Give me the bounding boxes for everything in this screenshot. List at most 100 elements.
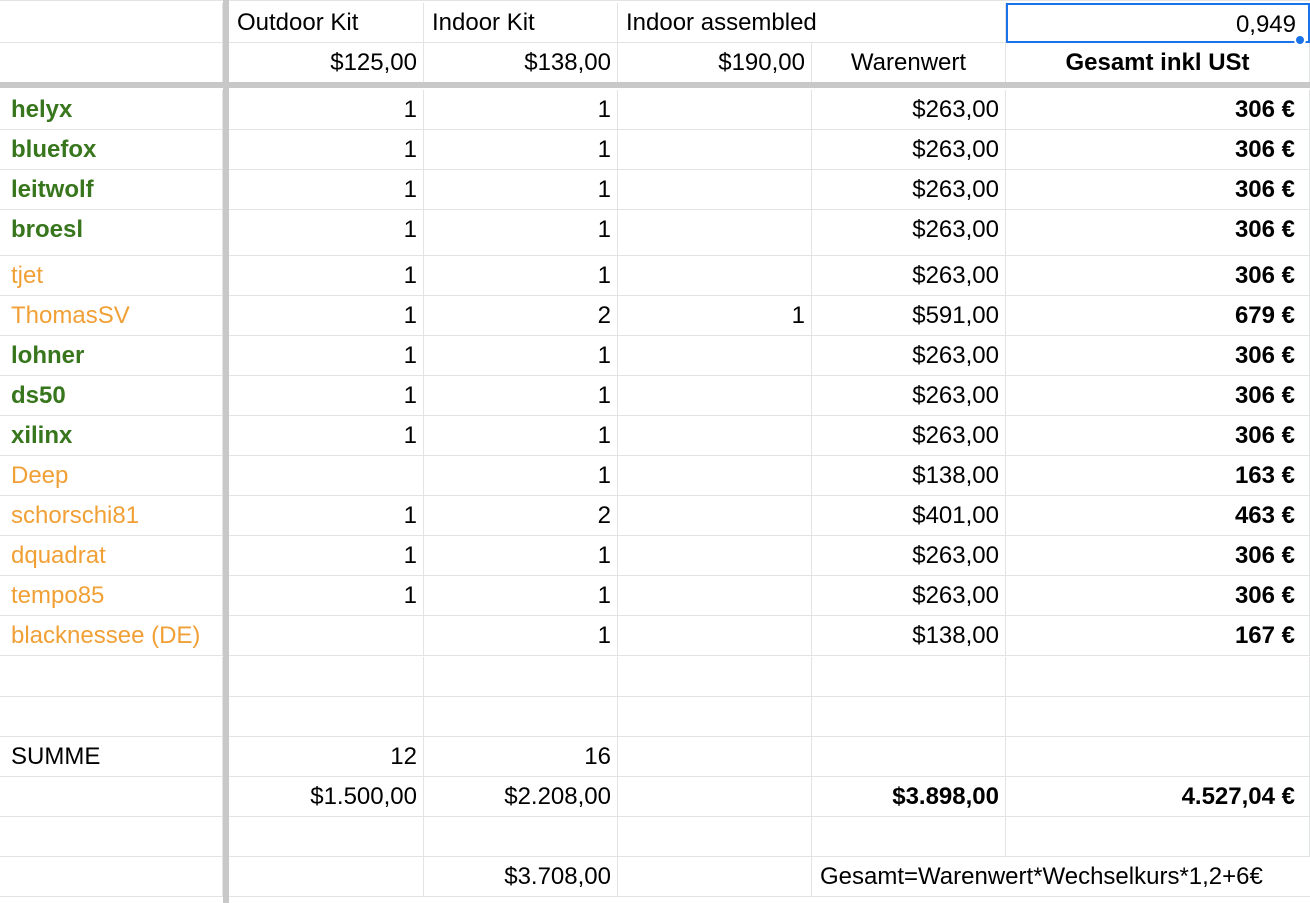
gesamt-value[interactable]: 463 € xyxy=(1006,496,1310,536)
indoor-kit-qty[interactable]: 1 xyxy=(424,210,618,256)
empty-cell[interactable] xyxy=(424,817,618,857)
empty-cell[interactable] xyxy=(0,817,223,857)
gesamt-value[interactable]: 306 € xyxy=(1006,416,1310,456)
warenwert-value[interactable]: $263,00 xyxy=(812,130,1006,170)
participant-name[interactable]: dquadrat xyxy=(0,536,223,576)
empty-cell[interactable] xyxy=(1006,737,1310,777)
header-indoor-assembled[interactable]: Indoor assembled xyxy=(618,3,1006,43)
gesamt-value[interactable]: 306 € xyxy=(1006,336,1310,376)
warenwert-value[interactable]: $263,00 xyxy=(812,210,1006,256)
summe-label[interactable]: SUMME xyxy=(0,737,223,777)
empty-cell[interactable] xyxy=(812,697,1006,737)
indoor-kit-qty[interactable]: 2 xyxy=(424,296,618,336)
indoor-assembled-qty[interactable] xyxy=(618,536,812,576)
warenwert-value[interactable]: $138,00 xyxy=(812,456,1006,496)
warenwert-value[interactable]: $263,00 xyxy=(812,90,1006,130)
outdoor-kit-qty[interactable]: 1 xyxy=(229,496,424,536)
header-indoor-kit[interactable]: Indoor Kit xyxy=(424,3,618,43)
price-indoor-kit[interactable]: $138,00 xyxy=(424,43,618,83)
indoor-kit-qty[interactable]: 1 xyxy=(424,256,618,296)
summe-indoor-count[interactable]: 16 xyxy=(424,737,618,777)
indoor-assembled-qty[interactable] xyxy=(618,336,812,376)
outdoor-kit-qty[interactable] xyxy=(229,616,424,656)
warenwert-value[interactable]: $263,00 xyxy=(812,576,1006,616)
outdoor-kit-qty[interactable]: 1 xyxy=(229,130,424,170)
gesamt-value[interactable]: 163 € xyxy=(1006,456,1310,496)
indoor-assembled-qty[interactable] xyxy=(618,210,812,256)
outdoor-kit-qty[interactable]: 1 xyxy=(229,336,424,376)
participant-name[interactable]: lohner xyxy=(0,336,223,376)
header-warenwert[interactable]: Warenwert xyxy=(812,43,1006,83)
empty-cell[interactable] xyxy=(812,737,1006,777)
empty-cell[interactable] xyxy=(229,817,424,857)
empty-cell[interactable] xyxy=(424,657,618,697)
outdoor-kit-qty[interactable] xyxy=(229,456,424,496)
gesamt-value[interactable]: 306 € xyxy=(1006,256,1310,296)
gesamt-value[interactable]: 306 € xyxy=(1006,90,1310,130)
empty-cell[interactable] xyxy=(618,817,812,857)
outdoor-kit-qty[interactable]: 1 xyxy=(229,170,424,210)
empty-cell[interactable] xyxy=(618,657,812,697)
indoor-kit-qty[interactable]: 1 xyxy=(424,456,618,496)
participant-name[interactable]: leitwolf xyxy=(0,170,223,210)
empty-cell[interactable] xyxy=(229,857,424,897)
price-outdoor-kit[interactable]: $125,00 xyxy=(229,43,424,83)
outdoor-kit-qty[interactable]: 1 xyxy=(229,256,424,296)
exchange-rate-cell[interactable]: 0,949 xyxy=(1006,3,1310,43)
cell-A1[interactable] xyxy=(0,3,223,43)
empty-cell[interactable] xyxy=(0,697,223,737)
outdoor-kit-qty[interactable]: 1 xyxy=(229,416,424,456)
gesamt-value[interactable]: 167 € xyxy=(1006,616,1310,656)
empty-cell[interactable] xyxy=(618,857,812,897)
indoor-assembled-qty[interactable] xyxy=(618,416,812,456)
formula-note[interactable]: Gesamt=Warenwert*Wechselkurs*1,2+6€ xyxy=(812,857,1310,897)
indoor-kit-qty[interactable]: 1 xyxy=(424,616,618,656)
indoor-kit-qty[interactable]: 1 xyxy=(424,416,618,456)
participant-name[interactable]: helyx xyxy=(0,90,223,130)
warenwert-value[interactable]: $263,00 xyxy=(812,336,1006,376)
empty-cell[interactable] xyxy=(812,657,1006,697)
indoor-assembled-qty[interactable] xyxy=(618,376,812,416)
gesamt-value[interactable]: 306 € xyxy=(1006,130,1310,170)
indoor-assembled-qty[interactable] xyxy=(618,456,812,496)
price-indoor-assembled[interactable]: $190,00 xyxy=(618,43,812,83)
participant-name[interactable]: broesl xyxy=(0,210,223,256)
indoor-kit-qty[interactable]: 1 xyxy=(424,336,618,376)
participant-name[interactable]: schorschi81 xyxy=(0,496,223,536)
gesamt-value[interactable]: 306 € xyxy=(1006,576,1310,616)
indoor-assembled-qty[interactable] xyxy=(618,496,812,536)
warenwert-value[interactable]: $263,00 xyxy=(812,376,1006,416)
frozen-row-divider[interactable] xyxy=(0,82,1310,88)
total-warenwert[interactable]: $3.898,00 xyxy=(812,777,1006,817)
indoor-assembled-qty[interactable] xyxy=(618,130,812,170)
indoor-assembled-qty[interactable] xyxy=(618,616,812,656)
empty-cell[interactable] xyxy=(618,737,812,777)
participant-name[interactable]: Deep xyxy=(0,456,223,496)
participant-name[interactable]: tempo85 xyxy=(0,576,223,616)
indoor-kit-qty[interactable]: 1 xyxy=(424,576,618,616)
outdoor-kit-qty[interactable]: 1 xyxy=(229,90,424,130)
outdoor-kit-qty[interactable]: 1 xyxy=(229,576,424,616)
participant-name[interactable]: ThomasSV xyxy=(0,296,223,336)
indoor-kit-qty[interactable]: 2 xyxy=(424,496,618,536)
empty-cell[interactable] xyxy=(812,817,1006,857)
empty-cell[interactable] xyxy=(0,657,223,697)
warenwert-value[interactable]: $263,00 xyxy=(812,536,1006,576)
fill-handle[interactable] xyxy=(1294,34,1306,46)
summe-outdoor-count[interactable]: 12 xyxy=(229,737,424,777)
cell-A2[interactable] xyxy=(0,43,223,83)
warenwert-value[interactable]: $591,00 xyxy=(812,296,1006,336)
indoor-assembled-qty[interactable] xyxy=(618,90,812,130)
empty-cell[interactable] xyxy=(618,777,812,817)
gesamt-value[interactable]: 306 € xyxy=(1006,536,1310,576)
participant-name[interactable]: bluefox xyxy=(0,130,223,170)
warenwert-value[interactable]: $263,00 xyxy=(812,416,1006,456)
indoor-assembled-qty[interactable] xyxy=(618,170,812,210)
indoor-kit-qty[interactable]: 1 xyxy=(424,130,618,170)
empty-cell[interactable] xyxy=(1006,817,1310,857)
kits-total[interactable]: $3.708,00 xyxy=(424,857,618,897)
total-outdoor[interactable]: $1.500,00 xyxy=(229,777,424,817)
gesamt-value[interactable]: 306 € xyxy=(1006,210,1310,256)
empty-cell[interactable] xyxy=(0,857,223,897)
indoor-kit-qty[interactable]: 1 xyxy=(424,376,618,416)
